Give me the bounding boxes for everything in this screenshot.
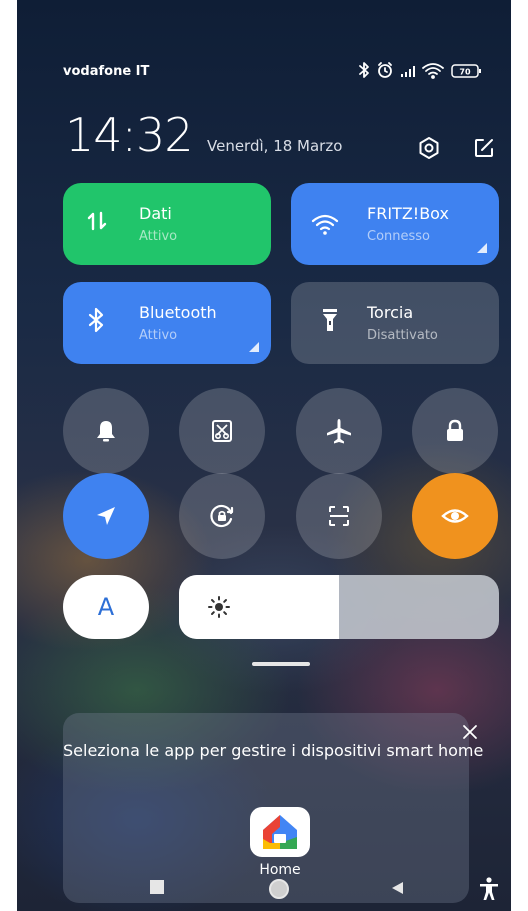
airplane-icon: [327, 419, 351, 444]
tile-flashlight[interactable]: Torcia Disattivato: [291, 282, 499, 364]
tile-status: Disattivato: [367, 328, 438, 343]
google-home-app[interactable]: [250, 807, 310, 857]
sun-icon: [207, 595, 231, 619]
tile-label: Bluetooth: [139, 303, 217, 322]
control-center: vodafone IT 70 14:32 Venerdì, 18 Marzo D…: [17, 0, 511, 911]
airplane-toggle[interactable]: [296, 388, 382, 474]
app-label: Home: [259, 862, 301, 878]
expand-corner-icon[interactable]: [249, 342, 259, 352]
brightness-fill: [179, 575, 339, 639]
reading-mode-toggle[interactable]: [412, 473, 498, 559]
tile-status: Attivo: [139, 328, 178, 343]
sound-toggle[interactable]: [63, 388, 149, 474]
smart-home-message: Seleziona le app per gestire i dispositi…: [63, 741, 484, 760]
tile-label: FRITZ!Box: [367, 204, 449, 223]
drag-handle[interactable]: [252, 662, 310, 666]
signal-icon: [401, 66, 415, 77]
bluetooth-icon: [83, 306, 111, 334]
tile-status: Attivo: [139, 229, 178, 244]
rotation-lock-toggle[interactable]: [179, 473, 265, 559]
battery-icon: 70: [451, 64, 481, 78]
bell-icon: [97, 421, 115, 442]
bluetooth-icon: [359, 62, 369, 78]
tile-status: Connesso: [367, 229, 431, 244]
tile-mobile-data[interactable]: Dati Attivo: [63, 183, 271, 265]
scanner-icon: [329, 506, 349, 526]
carrier-label: vodafone IT: [63, 64, 150, 79]
accessibility-icon[interactable]: [479, 877, 499, 901]
date-label: Venerdì, 18 Marzo: [207, 137, 343, 155]
alarm-icon: [378, 62, 392, 78]
font-size-button[interactable]: A: [63, 575, 149, 639]
expand-corner-icon[interactable]: [477, 243, 487, 253]
google-home-logo: [263, 815, 297, 849]
rotation-lock-icon: [210, 504, 234, 528]
tile-label: Torcia: [367, 303, 414, 322]
back-icon[interactable]: [390, 880, 404, 894]
location-toggle[interactable]: [63, 473, 149, 559]
settings-icon[interactable]: [417, 136, 441, 160]
brightness-slider[interactable]: [179, 575, 499, 639]
wifi-icon: [422, 63, 444, 79]
tile-wifi[interactable]: FRITZ!Box Connesso: [291, 183, 499, 265]
lock-icon: [447, 419, 463, 441]
flashlight-icon: [319, 306, 347, 334]
status-icons: 70: [357, 60, 497, 80]
scanner-toggle[interactable]: [296, 473, 382, 559]
home-icon[interactable]: [269, 879, 289, 899]
close-icon[interactable]: [462, 724, 478, 740]
screenshot-toggle[interactable]: [179, 388, 265, 474]
edit-icon[interactable]: [472, 136, 496, 160]
font-label: A: [97, 593, 115, 621]
mobile-data-icon: [83, 207, 111, 235]
tile-label: Dati: [139, 204, 172, 223]
lock-toggle[interactable]: [412, 388, 498, 474]
clock: 14:32: [65, 108, 194, 162]
screenshot-icon: [212, 420, 232, 442]
eye-icon: [441, 509, 469, 523]
wifi-icon: [311, 211, 339, 239]
location-icon: [97, 507, 115, 525]
tile-bluetooth[interactable]: Bluetooth Attivo: [63, 282, 271, 364]
svg-text:70: 70: [459, 68, 471, 77]
recents-icon[interactable]: [150, 880, 164, 894]
